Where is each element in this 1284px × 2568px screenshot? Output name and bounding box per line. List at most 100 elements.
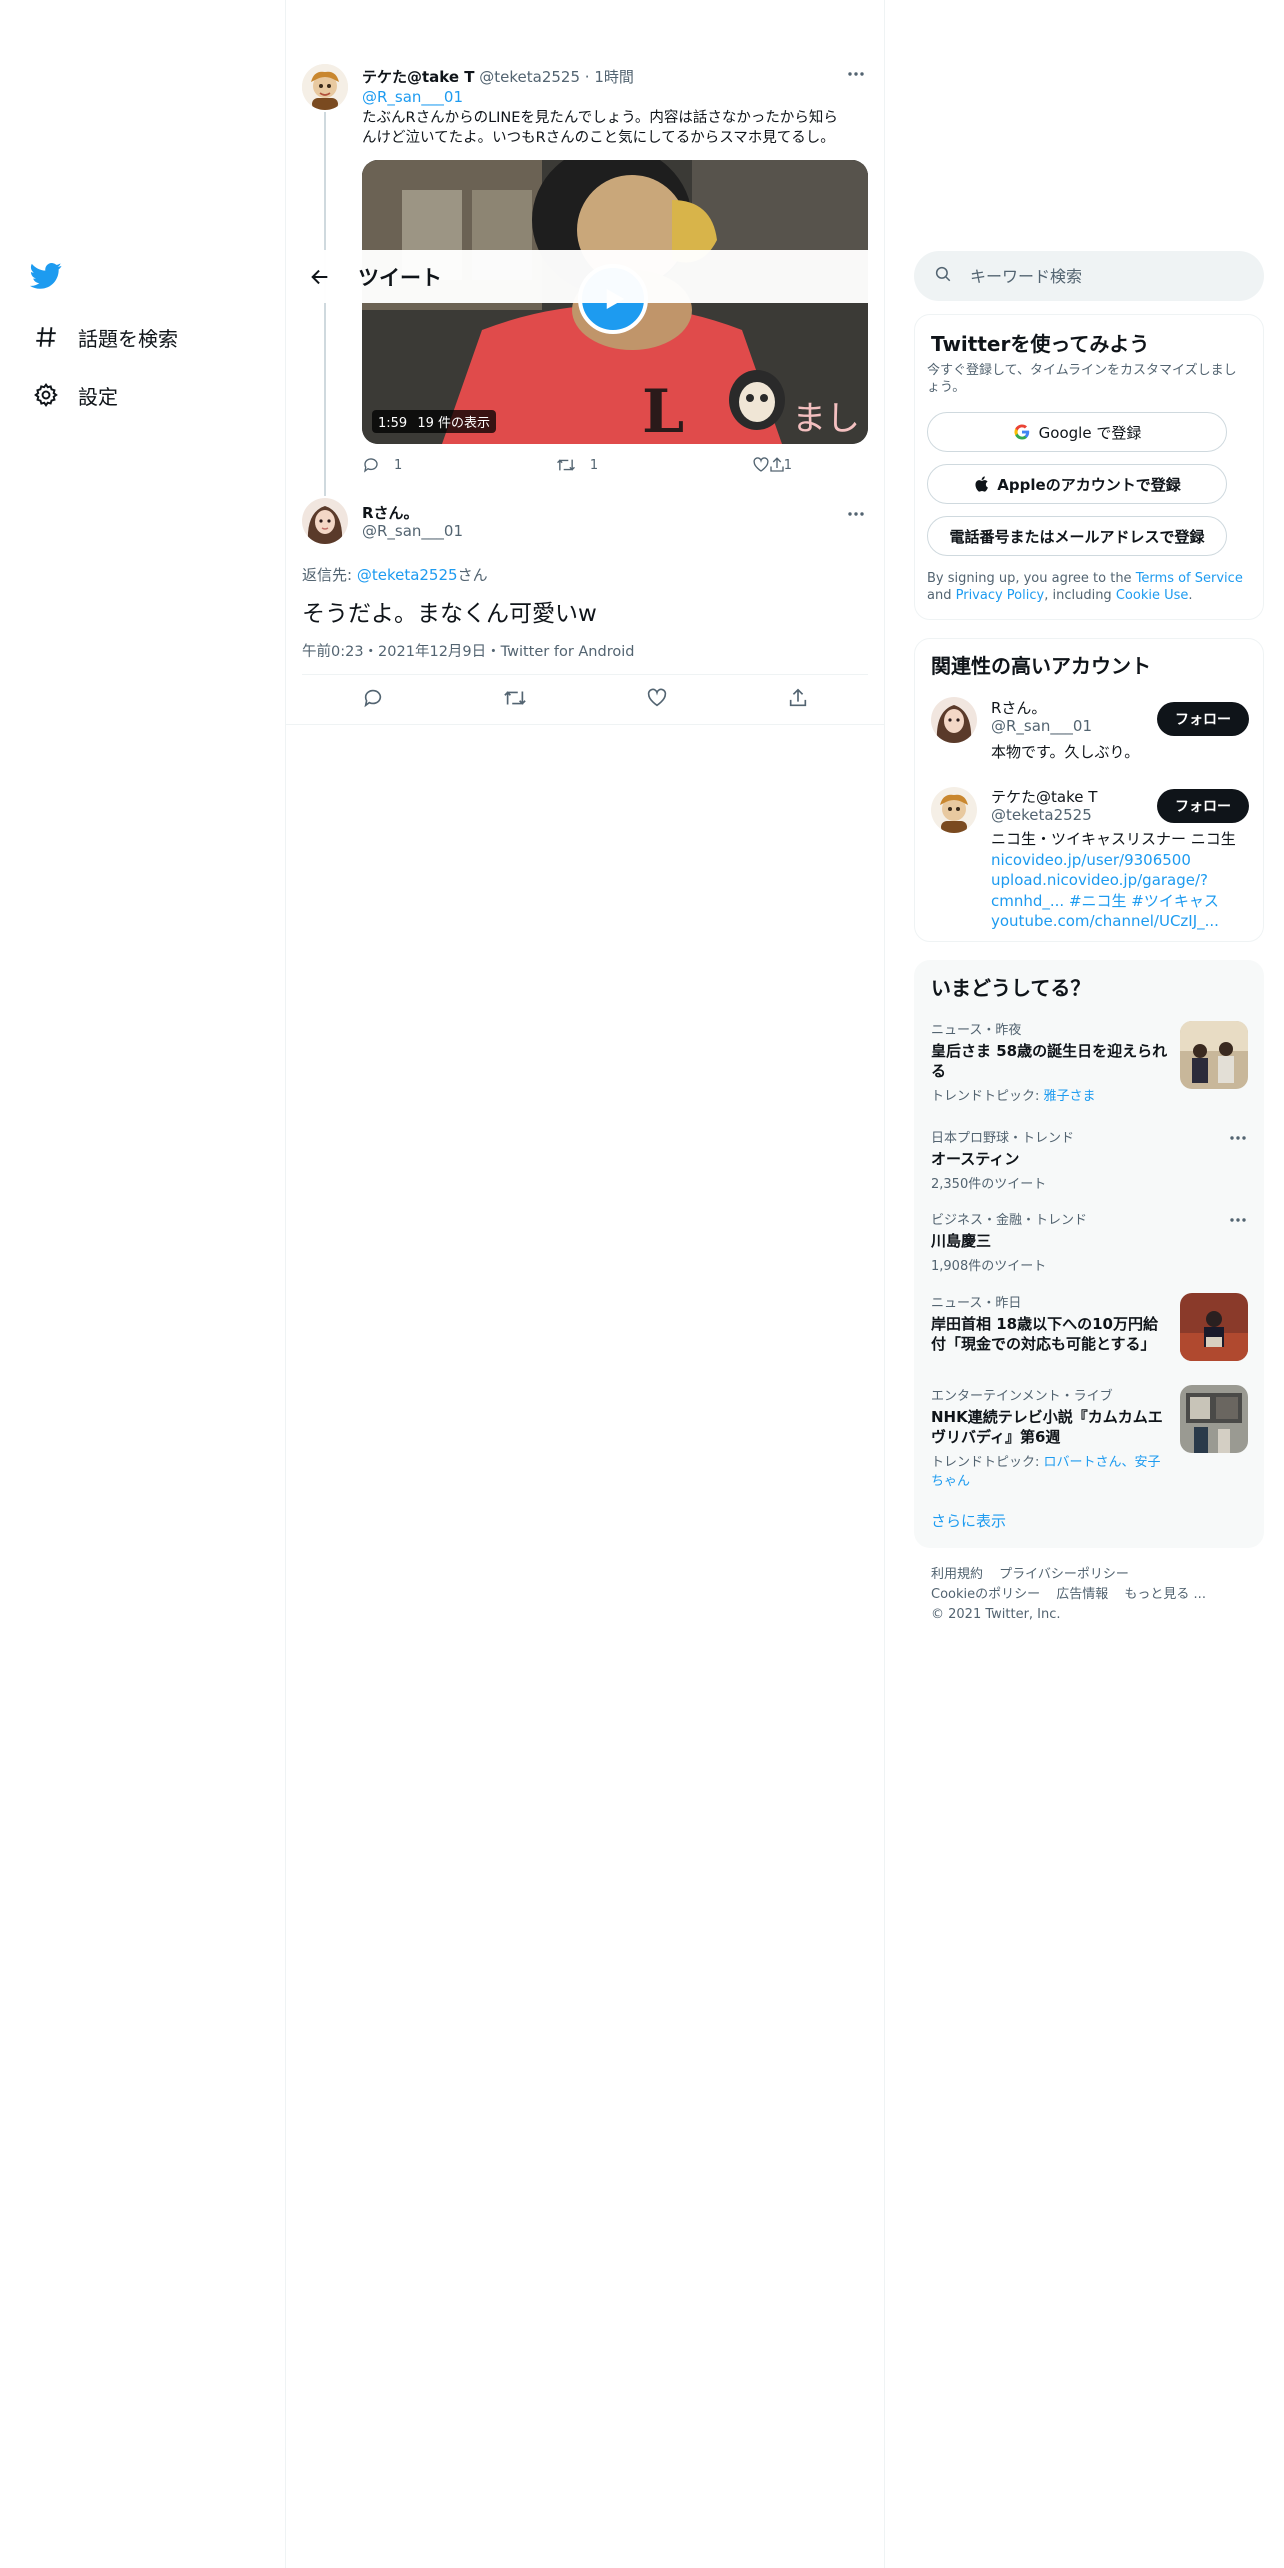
account-name[interactable]: Rさん。 — [991, 697, 1046, 718]
trend-topic-link[interactable]: 雅子さま — [1044, 1089, 1096, 1104]
search-box[interactable] — [914, 251, 1264, 301]
footer-link-terms[interactable]: 利用規約 — [931, 1567, 983, 1582]
follow-button[interactable]: フォロー — [1157, 789, 1249, 823]
trend-title: オースティン — [931, 1150, 1020, 1168]
reply-suffix: さん — [457, 566, 488, 584]
author-name[interactable]: Rさん。 — [362, 502, 419, 523]
footer-link-more[interactable]: もっと見る ... — [1124, 1587, 1206, 1602]
trend-item[interactable]: ニュース・昨夜 皇后さま 58歳の誕生日を迎えられる トレンドトピック: 雅子さ… — [931, 1019, 1171, 1104]
trend-topic-label: トレンドトピック: — [931, 1089, 1044, 1104]
more-options-icon[interactable] — [1228, 1128, 1248, 1152]
trend-count: 1,908件のツイート — [931, 1259, 1047, 1274]
search-input[interactable] — [970, 266, 1230, 286]
avatar[interactable] — [931, 787, 977, 833]
tweet-text-line: んけど泣いてたよ。いつもRさんのこと気にしてるからスマホ見てるし。 — [362, 130, 835, 146]
trend-meta: 日本プロ野球・トレンド — [931, 1131, 1075, 1146]
nav-item-label: 設定 — [78, 384, 118, 409]
account-bio: ニコ生・ツイキャスリスナー ニコ生 nicovideo.jp/user/9306… — [991, 829, 1251, 932]
video-duration: 1:59 — [378, 416, 408, 431]
phone-email-signup-button[interactable]: 電話番号またはメールアドレスで登録 — [927, 516, 1227, 556]
trend-item[interactable]: ビジネス・金融・トレンド 川島慶三 1,908件のツイート — [931, 1209, 1171, 1274]
nav-item-explore[interactable]: 話題を検索 — [30, 317, 178, 357]
trend-thumbnail — [1180, 1293, 1248, 1361]
video-views: 19 件の表示 — [417, 416, 491, 431]
trend-thumbnail — [1180, 1385, 1248, 1453]
signup-terms: By signing up, you agree to the Terms of… — [927, 570, 1247, 604]
heart-icon[interactable] — [646, 687, 668, 713]
account-name[interactable]: テケた@take T — [991, 786, 1097, 807]
retweet-button[interactable]: 1 — [556, 456, 598, 474]
more-options-icon[interactable] — [846, 64, 870, 84]
account-bio: 本物です。久しぶり。 — [991, 743, 1140, 761]
avatar[interactable] — [302, 498, 348, 544]
avatar[interactable] — [302, 64, 348, 110]
retweet-icon[interactable] — [503, 687, 527, 713]
account-handle[interactable]: @R_san___01 — [991, 717, 1092, 735]
cookie-use-link[interactable]: Cookie Use — [1116, 588, 1189, 603]
bio-line: ニコ生・ツイキャスリスナー ニコ生 — [991, 830, 1236, 848]
terms-of-service-link[interactable]: Terms of Service — [1136, 571, 1243, 586]
trend-meta: ニュース・昨夜 — [931, 1023, 1022, 1038]
tweet-time[interactable]: 1時間 — [594, 68, 634, 86]
follow-button[interactable]: フォロー — [1157, 702, 1249, 736]
search-icon — [934, 265, 952, 287]
bio-link[interactable]: upload.nicovideo.jp/garage/? — [991, 870, 1251, 891]
main-tweet-actions — [302, 676, 868, 724]
trend-item[interactable]: エンターテインメント・ライブ NHK連続テレビ小説『カムカムエヴリバディ』第6週… — [931, 1385, 1171, 1489]
bio-link[interactable]: youtube.com/channel/UCzIJ_... — [991, 911, 1251, 932]
twitter-logo-icon[interactable] — [30, 262, 66, 292]
retweet-icon — [556, 459, 575, 471]
show-more-link[interactable]: さらに表示 — [931, 1510, 1006, 1531]
bio-link[interactable]: nicovideo.jp/user/9306500 — [991, 850, 1251, 871]
trend-meta: ビジネス・金融・トレンド — [931, 1213, 1088, 1228]
trend-topic-label: トレンドトピック: — [931, 1455, 1044, 1470]
more-options-icon[interactable] — [846, 504, 870, 524]
reply-icon — [363, 458, 378, 473]
nav-item-settings[interactable]: 設定 — [30, 375, 118, 415]
reply-prefix: 返信先: — [302, 566, 357, 584]
footer-link-privacy[interactable]: プライバシーポリシー — [999, 1567, 1129, 1582]
phone-email-signup-label: 電話番号またはメールアドレスで登録 — [949, 527, 1205, 546]
page-title: ツイート — [358, 265, 442, 290]
share-icon[interactable] — [768, 456, 786, 478]
google-signup-button[interactable]: Google で登録 — [927, 412, 1227, 452]
divider — [302, 674, 868, 675]
trend-item[interactable]: ニュース・昨日 岸田首相 18歳以下への10万円給付「現金での対応も可能とする」 — [931, 1292, 1171, 1354]
divider — [286, 724, 884, 725]
column-divider — [285, 0, 286, 2568]
back-arrow-icon[interactable] — [292, 250, 348, 303]
trend-meta: エンターテインメント・ライブ — [931, 1389, 1113, 1404]
avatar[interactable] — [931, 697, 977, 743]
terms-text: . — [1188, 588, 1193, 603]
google-icon — [1013, 423, 1031, 441]
trend-item[interactable]: 日本プロ野球・トレンド オースティン 2,350件のツイート — [931, 1127, 1171, 1192]
svg-text:まし: まし — [792, 399, 860, 439]
privacy-policy-link[interactable]: Privacy Policy — [956, 588, 1045, 603]
apple-signup-button[interactable]: Appleのアカウントで登録 — [927, 464, 1227, 504]
trend-count: 2,350件のツイート — [931, 1177, 1047, 1192]
trend-title: NHK連続テレビ小説『カムカムエヴリバディ』第6週 — [931, 1408, 1163, 1446]
apple-icon — [973, 475, 989, 493]
account-handle[interactable]: @teketa2525 — [991, 806, 1092, 824]
trend-thumbnail — [1180, 1021, 1248, 1089]
footer-copyright: © 2021 Twitter, Inc. — [931, 1607, 1061, 1622]
reply-icon[interactable] — [362, 687, 384, 713]
hashtag-icon — [30, 321, 62, 353]
footer-link-cookie[interactable]: Cookieのポリシー — [931, 1587, 1040, 1602]
retweet-count: 1 — [589, 457, 599, 473]
tweet-text: そうだよ。まなくん可愛いw — [302, 601, 597, 627]
reply-to-link[interactable]: @R_san___01 — [362, 88, 463, 106]
reply-button[interactable]: 1 — [362, 456, 402, 474]
google-signup-label: Google で登録 — [1038, 423, 1142, 442]
more-options-icon[interactable] — [1228, 1210, 1248, 1234]
share-icon[interactable] — [787, 687, 809, 713]
tweet-meta[interactable]: 午前0:23・2021年12月9日・Twitter for Android — [302, 640, 634, 661]
author-handle[interactable]: @R_san___01 — [362, 522, 463, 540]
reply-handle-link[interactable]: @teketa2525 — [357, 566, 458, 584]
author-name[interactable]: テケた@take T — [362, 68, 475, 86]
bio-link[interactable]: cmnhd_... #ニコ生 #ツイキャス — [991, 891, 1251, 912]
author-handle[interactable]: @teketa2525 — [479, 68, 580, 86]
gear-icon — [30, 379, 62, 411]
apple-signup-label: Appleのアカウントで登録 — [997, 475, 1181, 494]
footer-link-ads[interactable]: 広告情報 — [1056, 1587, 1108, 1602]
